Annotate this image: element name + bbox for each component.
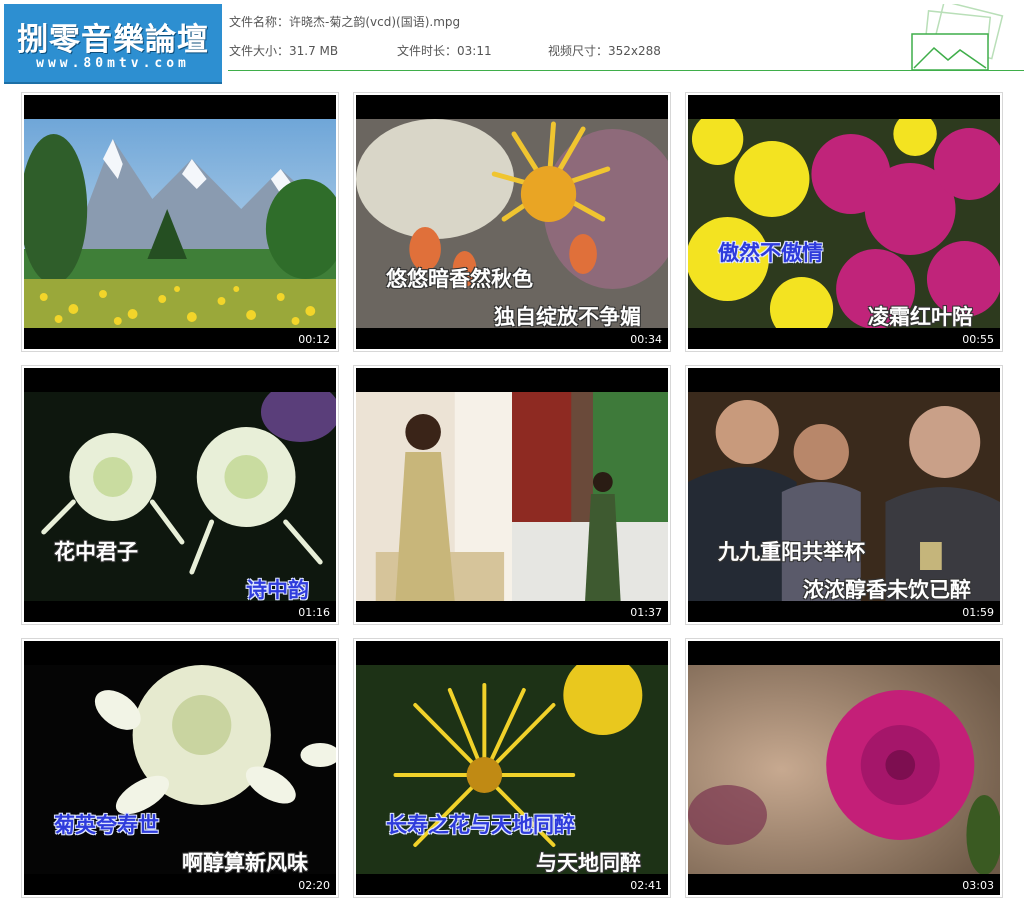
thumbnail-3[interactable]: 傲然不傲情 凌霜红叶陪 00:55 [685, 92, 1003, 352]
thumbnail-frame: 悠悠暗香然秋色 独自绽放不争媚 00:34 [356, 95, 668, 349]
timestamp: 03:03 [962, 879, 994, 892]
lyric-line-2: 独自绽放不争媚 [494, 305, 641, 329]
scene-yellow-magenta-chrysanthemums [688, 119, 1000, 328]
scene-elderly-couple-toast [688, 392, 1000, 601]
thumbnail-8[interactable]: 长寿之花与天地同醉 与天地同醉 02:41 [353, 638, 671, 898]
lyric-line-1: 花中君子 [54, 540, 138, 564]
lyric-line-2: 与天地同醉 [536, 851, 641, 875]
file-duration-value: 03:11 [457, 44, 492, 58]
file-name-value: 许晓杰-菊之韵(vcd)(国语).mpg [289, 15, 461, 29]
timestamp: 00:55 [962, 333, 994, 346]
file-duration-label: 文件时长： [397, 44, 458, 58]
file-duration-row: 文件时长：03:11 [397, 42, 492, 59]
picture-frames-icon [911, 4, 1004, 71]
timestamp: 02:20 [298, 879, 330, 892]
lyric-line-1: 九九重阳共举杯 [718, 540, 865, 564]
scene-singer-split-screen [356, 392, 668, 601]
logo-url: www.80mtv.com [36, 56, 190, 71]
thumbnail-9[interactable]: 03:03 [685, 638, 1003, 898]
video-size-row: 视频尺寸：352x288 [548, 42, 661, 59]
timestamp: 00:12 [298, 333, 330, 346]
thumbnail-1[interactable]: 00:12 [21, 92, 339, 352]
timestamp: 01:37 [630, 606, 662, 619]
video-size-label: 视频尺寸： [548, 44, 609, 58]
scene-magenta-chrysanthemum [688, 665, 1000, 874]
lyric-line-2: 凌霜红叶陪 [868, 305, 973, 329]
thumbnail-frame: 01:37 [356, 368, 668, 622]
timestamp: 01:59 [962, 606, 994, 619]
thumbnail-frame: 03:03 [688, 641, 1000, 895]
lyric-line-2: 啊醇算新风味 [182, 851, 308, 875]
lyric-line-1: 悠悠暗香然秋色 [386, 267, 533, 291]
thumbnail-frame: 傲然不傲情 凌霜红叶陪 00:55 [688, 95, 1000, 349]
file-name-label: 文件名称： [229, 15, 290, 29]
thumbnail-4[interactable]: 花中君子 诗中韵 01:16 [21, 365, 339, 625]
file-name-row: 文件名称：许晓杰-菊之韵(vcd)(国语).mpg [229, 13, 460, 30]
timestamp: 00:34 [630, 333, 662, 346]
thumbnail-frame: 花中君子 诗中韵 01:16 [24, 368, 336, 622]
lyric-line-1: 长寿之花与天地同醉 [386, 813, 575, 837]
file-size-label: 文件大小： [229, 44, 290, 58]
lyric-line-1: 傲然不傲情 [718, 241, 823, 265]
logo-title: 捌零音樂論壇 [17, 22, 209, 58]
thumbnail-frame: 00:12 [24, 95, 336, 349]
scene-yellow-spider-chrysanthemum [356, 665, 668, 874]
scene-mountain-meadow [24, 119, 336, 328]
lyric-line-1: 菊英夸寿世 [54, 813, 159, 837]
lyric-line-2: 浓浓醇香未饮已醉 [803, 578, 971, 602]
timestamp: 02:41 [630, 879, 662, 892]
file-size-row: 文件大小：31.7 MB [229, 42, 338, 59]
file-size-value: 31.7 MB [289, 44, 339, 58]
scene-yellow-chrysanthemum [356, 119, 668, 328]
video-size-value: 352x288 [608, 44, 661, 58]
thumbnail-frame: 菊英夸寿世 啊醇算新风味 02:20 [24, 641, 336, 895]
lyric-line-2: 诗中韵 [246, 578, 309, 602]
scene-white-chrysanthemum-closeup [24, 665, 336, 874]
thumbnail-5[interactable]: 01:37 [353, 365, 671, 625]
scene-white-chrysanthemums [24, 392, 336, 601]
thumbnail-7[interactable]: 菊英夸寿世 啊醇算新风味 02:20 [21, 638, 339, 898]
forum-logo: 捌零音樂論壇 www.80mtv.com [4, 4, 222, 84]
timestamp: 01:16 [298, 606, 330, 619]
thumbnail-frame: 长寿之花与天地同醉 与天地同醉 02:41 [356, 641, 668, 895]
thumbnail-6[interactable]: 九九重阳共举杯 浓浓醇香未饮已醉 01:59 [685, 365, 1003, 625]
thumbnail-2[interactable]: 悠悠暗香然秋色 独自绽放不争媚 00:34 [353, 92, 671, 352]
thumbnail-frame: 九九重阳共举杯 浓浓醇香未饮已醉 01:59 [688, 368, 1000, 622]
header-divider [228, 70, 1024, 71]
file-info-header: 捌零音樂論壇 www.80mtv.com 文件名称：许晓杰-菊之韵(vcd)(国… [0, 0, 1024, 84]
